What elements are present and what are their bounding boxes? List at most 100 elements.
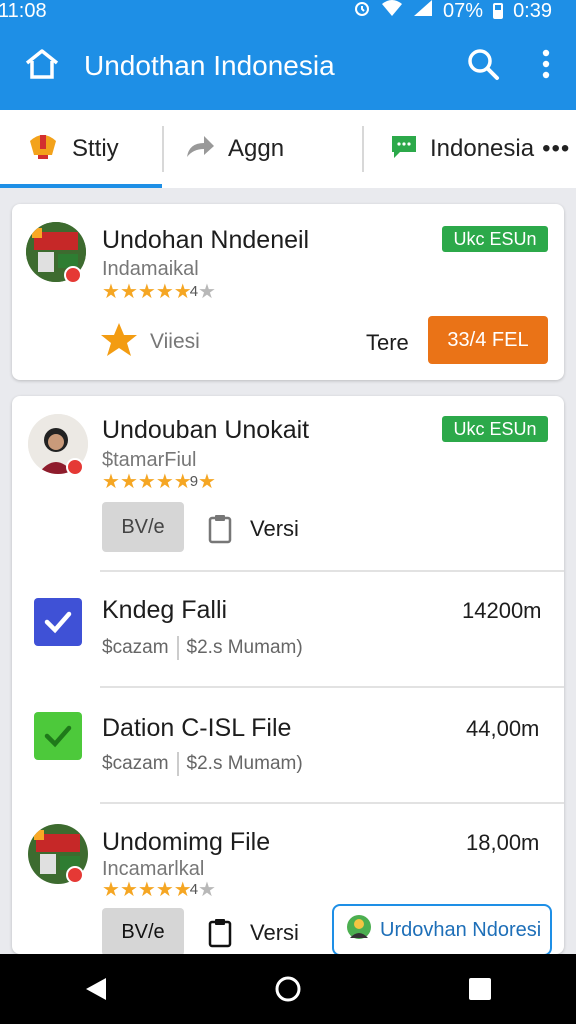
profile-link-label: Urdovhan Ndoresi — [380, 918, 542, 941]
star-empty-icon: ★ — [198, 281, 216, 303]
tab-label: Indonesia — [430, 135, 535, 162]
profile-link-button[interactable]: Urdovhan Ndoresi — [332, 904, 552, 956]
star-icon: ★ — [119, 471, 138, 493]
rating-text: 4 — [189, 881, 199, 898]
check-icon — [44, 611, 72, 634]
version-label: Versi — [250, 516, 299, 541]
back-button[interactable] — [66, 959, 126, 1019]
star-icon: ★ — [137, 879, 156, 901]
back-icon — [86, 978, 106, 1000]
checkbox[interactable] — [34, 712, 82, 760]
avatar-badge — [66, 866, 84, 884]
wifi-icon — [381, 0, 403, 23]
rating-text: 9 — [189, 473, 199, 490]
clipboard-icon — [208, 918, 232, 953]
file-meta: $cazam $2.s Mumam) — [102, 752, 303, 776]
star-icon: ★ — [155, 879, 174, 901]
star-empty-icon: ★ — [198, 879, 216, 901]
app-title: Undothan Indonesia — [84, 50, 335, 81]
app-bar: Undothan Indonesia — [0, 22, 576, 110]
download-button[interactable]: 33/4 FEL — [428, 316, 548, 364]
profile-avatar-icon — [346, 914, 372, 946]
divider — [100, 802, 564, 804]
chat-icon — [390, 132, 418, 167]
app-subtitle: Incamarlkal — [102, 858, 205, 880]
file-size: 14200m — [462, 598, 542, 623]
app-name: Undouban Unokait — [102, 416, 310, 444]
tab-sttiy[interactable]: Sttiy — [0, 110, 162, 188]
rating-stars: ★ ★ ★ ★ ★ 9 ★ — [102, 472, 216, 492]
clipboard-icon — [208, 514, 232, 549]
battery-icon — [493, 3, 504, 19]
file-name: Kndeg Falli — [102, 596, 228, 624]
status-badge: Ukc ESUn — [442, 226, 548, 252]
meta-right: $2.s Mumam) — [186, 753, 303, 774]
app-name: Undomimg File — [102, 828, 271, 856]
star-icon: ★ — [198, 471, 216, 493]
badge-icon — [26, 131, 60, 168]
tab-aggn[interactable]: Aggn — [162, 126, 362, 172]
rating-text: 4 — [189, 283, 199, 300]
system-nav-bar — [0, 954, 576, 1024]
recents-button[interactable] — [450, 959, 510, 1019]
tab-label: Aggn — [228, 135, 285, 162]
star-icon: ★ — [155, 281, 174, 303]
status-time-right: 0:39 — [513, 0, 552, 22]
meta-separator — [176, 752, 179, 776]
home-nav-button[interactable] — [258, 959, 318, 1019]
version-button[interactable]: BV/e — [102, 502, 184, 552]
status-bar: 11:08 07% 0:39 — [0, 0, 576, 22]
share-arrow-icon — [184, 133, 216, 166]
recents-icon — [469, 978, 491, 1000]
alarm-icon — [353, 0, 371, 23]
meta-right: $2.s Mumam) — [186, 637, 303, 658]
avatar-badge — [64, 266, 82, 284]
status-time-left: 11:08 — [0, 0, 47, 22]
home-circle-icon — [275, 976, 301, 1002]
search-button[interactable] — [450, 22, 516, 110]
search-icon — [466, 47, 500, 86]
file-meta: $cazam $2.s Mumam) — [102, 636, 303, 660]
signal-icon — [413, 0, 433, 23]
file-size: 18,00m — [466, 830, 540, 855]
home-icon — [24, 48, 60, 85]
star-icon: ★ — [119, 879, 138, 901]
battery-percent: 07% — [443, 0, 484, 22]
star-icon: ★ — [102, 879, 120, 901]
star-icon: ★ — [137, 281, 156, 303]
action-text: Tere — [366, 330, 409, 355]
version-button[interactable]: BV/e — [102, 908, 184, 956]
more-vert-icon — [542, 49, 550, 84]
star-icon: ★ — [119, 281, 138, 303]
version-label: Versi — [250, 920, 299, 945]
file-size: 44,00m — [466, 716, 540, 741]
fav-label: Viiesi — [150, 330, 200, 353]
checkbox[interactable] — [34, 598, 82, 646]
file-row[interactable]: Kndeg Falli 14200m $cazam $2.s Mumam) — [12, 572, 564, 686]
avatar-badge — [66, 458, 84, 476]
meta-separator — [176, 636, 179, 660]
overflow-menu-button[interactable] — [516, 22, 576, 110]
status-badge: Ukc ESUn — [442, 416, 548, 442]
rating-stars: ★ ★ ★ ★ ★ 4 ★ — [102, 880, 216, 900]
app-subtitle: Indamaikal — [102, 258, 199, 280]
check-icon — [44, 725, 72, 748]
more-horiz-icon[interactable]: ••• — [542, 135, 570, 163]
star-icon: ★ — [137, 471, 156, 493]
tab-indonesia[interactable]: Indonesia ••• — [362, 126, 576, 172]
star-icon: ★ — [102, 281, 120, 303]
file-name: Dation C-ISL File — [102, 714, 292, 742]
star-icon: ★ — [102, 471, 120, 493]
rating-stars: ★ ★ ★ ★ ★ 4 ★ — [102, 282, 216, 302]
app-name: Undohan Nndeneil — [102, 226, 310, 254]
meta-left: $cazam — [102, 637, 169, 658]
meta-left: $cazam — [102, 753, 169, 774]
favorite-star-icon[interactable] — [100, 322, 138, 363]
app-card[interactable]: Undohan Nndeneil Ukc ESUn Indamaikal ★ ★ ★… — [12, 204, 564, 380]
home-button[interactable] — [0, 22, 84, 110]
tab-bar: Sttiy Aggn Indonesia ••• — [0, 110, 576, 188]
star-icon: ★ — [155, 471, 174, 493]
tab-label: Sttiy — [72, 135, 119, 162]
file-row[interactable]: Dation C-ISL File 44,00m $cazam $2.s Mum… — [12, 688, 564, 802]
app-subtitle: $tamarFiul — [102, 449, 197, 471]
